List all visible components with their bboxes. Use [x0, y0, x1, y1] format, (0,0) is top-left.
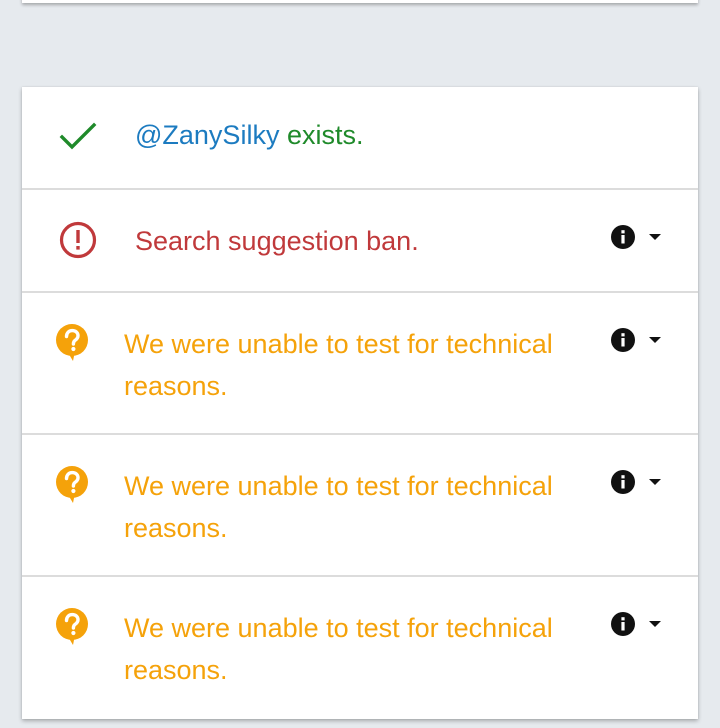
row-actions — [610, 327, 662, 353]
suggestion-ban-message: Search suggestion ban. — [135, 226, 419, 256]
result-row-unknown: We were unable to test for technical rea… — [22, 435, 698, 577]
result-row-unknown: We were unable to test for technical rea… — [22, 577, 698, 719]
result-row-exists: @ZanySilky exists. — [22, 87, 698, 190]
info-icon[interactable] — [610, 224, 636, 250]
results-card: @ZanySilky exists. Search suggestion ban… — [22, 87, 698, 719]
previous-card — [22, 0, 698, 3]
question-bubble-icon — [52, 323, 92, 363]
unknown-test-message: We were unable to test for technical rea… — [124, 613, 553, 685]
row-actions — [610, 611, 662, 637]
exists-message: @ZanySilky exists. — [135, 114, 363, 156]
result-row-unknown: We were unable to test for technical rea… — [22, 293, 698, 435]
checkmark-icon — [58, 117, 98, 157]
info-icon[interactable] — [610, 469, 636, 495]
handle-link[interactable]: @ZanySilky — [135, 120, 279, 150]
caret-down-icon[interactable] — [648, 230, 662, 244]
row-actions — [610, 224, 662, 250]
unknown-test-message: We were unable to test for technical rea… — [124, 329, 553, 401]
info-icon[interactable] — [610, 611, 636, 637]
caret-down-icon[interactable] — [648, 333, 662, 347]
exists-text: exists. — [279, 120, 364, 150]
question-bubble-icon — [52, 607, 92, 647]
caret-down-icon[interactable] — [648, 617, 662, 631]
alert-circle-icon — [58, 220, 98, 260]
caret-down-icon[interactable] — [648, 475, 662, 489]
row-actions — [610, 469, 662, 495]
unknown-test-message: We were unable to test for technical rea… — [124, 471, 553, 543]
result-row-suggestion-ban: Search suggestion ban. — [22, 190, 698, 293]
info-icon[interactable] — [610, 327, 636, 353]
question-bubble-icon — [52, 465, 92, 505]
